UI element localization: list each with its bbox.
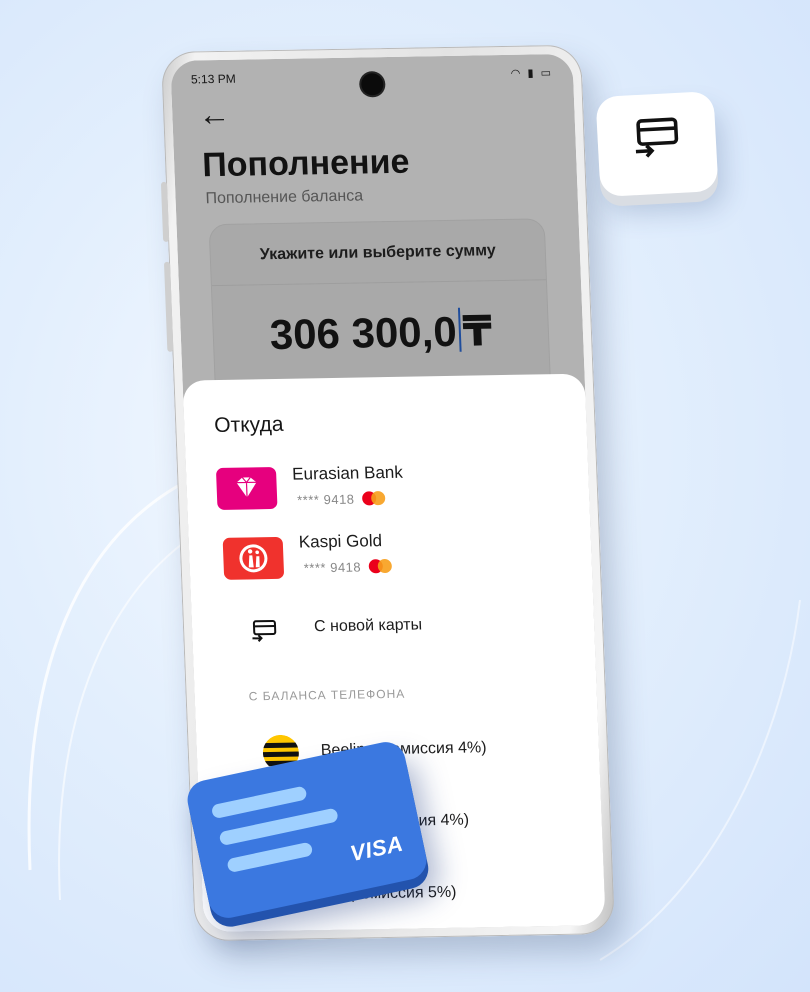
card-transfer-badge [595,90,719,198]
mastercard-icon [362,491,389,506]
new-card-label: С новой карты [313,616,423,636]
card-name: Eurasian Bank [291,462,404,484]
kaspi-logo-icon [239,544,268,573]
card-name: Kaspi Gold [298,531,383,552]
card-mask-text: **** 9418 [303,559,362,576]
card-row-kaspi-gold[interactable]: Kaspi Gold **** 9418 [188,525,592,588]
new-card-row[interactable]: С новой карты [191,597,595,660]
sheet-title: Откуда [213,412,284,438]
phone-balance-section-title: С БАЛАНСА ТЕЛЕФОНА [248,686,406,704]
kaspi-logo [222,536,285,580]
mastercard-icon [368,558,396,574]
eurasian-bank-logo [215,466,278,510]
card-transfer-icon [252,620,277,642]
card-row-eurasian-bank[interactable]: Eurasian Bank **** 9418 [186,458,590,521]
card-stripe [210,785,308,820]
card-number-mask: **** 9418 [303,558,396,576]
card-transfer-icon [635,117,679,158]
card-number-mask: **** 9418 [297,491,389,508]
diamond-icon [236,477,257,498]
visa-logo: VISA [347,830,406,867]
card-mask-text: **** 9418 [296,491,355,508]
card-stripe [226,841,314,874]
